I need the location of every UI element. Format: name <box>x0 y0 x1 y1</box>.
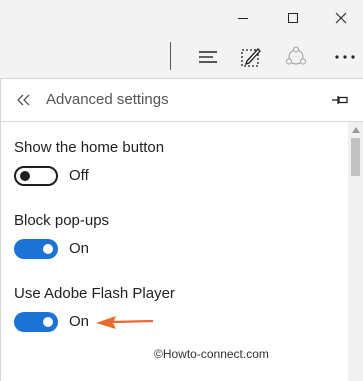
toggle-row: On <box>14 239 134 259</box>
toggle-knob <box>20 171 30 181</box>
toggle-state-label: On <box>69 313 90 330</box>
setting-home-button: Show the home button Off <box>14 139 165 186</box>
home-button-toggle[interactable] <box>14 166 58 186</box>
close-button[interactable] <box>318 0 363 36</box>
web-note-button[interactable] <box>236 42 266 72</box>
toggle-knob <box>43 317 53 327</box>
hub-icon <box>199 51 217 63</box>
setting-label: Show the home button <box>14 139 165 156</box>
flash-player-toggle[interactable] <box>14 312 58 332</box>
scrollbar-thumb[interactable] <box>351 138 360 176</box>
title-bar <box>0 0 363 36</box>
setting-label: Block pop-ups <box>14 212 110 229</box>
header-divider <box>1 121 363 122</box>
minimize-button[interactable] <box>220 0 266 36</box>
toggle-knob <box>43 244 53 254</box>
setting-flash-player: Use Adobe Flash Player On <box>14 285 175 332</box>
block-popups-toggle[interactable] <box>14 239 58 259</box>
share-button[interactable] <box>281 42 311 72</box>
toolbar-divider <box>170 42 171 70</box>
close-icon <box>335 12 347 24</box>
panel-header: Advanced settings <box>1 79 363 121</box>
hub-button[interactable] <box>193 42 223 72</box>
toggle-state-label: On <box>69 240 90 257</box>
pin-icon <box>332 96 348 104</box>
web-note-icon <box>241 48 261 67</box>
panel-scrollbar[interactable] <box>348 122 363 381</box>
panel-title: Advanced settings <box>46 91 169 108</box>
advanced-settings-panel: Advanced settings Show the home button O… <box>0 78 363 381</box>
more-button[interactable] <box>330 42 360 72</box>
maximize-icon <box>288 13 298 23</box>
pin-button[interactable] <box>330 90 350 110</box>
maximize-button[interactable] <box>270 0 316 36</box>
annotation-arrow-icon <box>96 316 154 329</box>
double-chevron-left-icon <box>17 94 30 106</box>
watermark: ©Howto-connect.com <box>154 347 269 361</box>
browser-toolbar <box>0 36 363 77</box>
scroll-up-arrow-icon[interactable] <box>351 125 360 134</box>
back-button[interactable] <box>13 89 35 111</box>
setting-block-popups: Block pop-ups On <box>14 212 110 259</box>
share-icon <box>285 46 307 65</box>
more-icon <box>335 55 355 59</box>
toggle-row: Off <box>14 166 134 186</box>
toggle-state-label: Off <box>69 167 89 184</box>
minimize-icon <box>238 18 248 19</box>
setting-label: Use Adobe Flash Player <box>14 285 175 302</box>
